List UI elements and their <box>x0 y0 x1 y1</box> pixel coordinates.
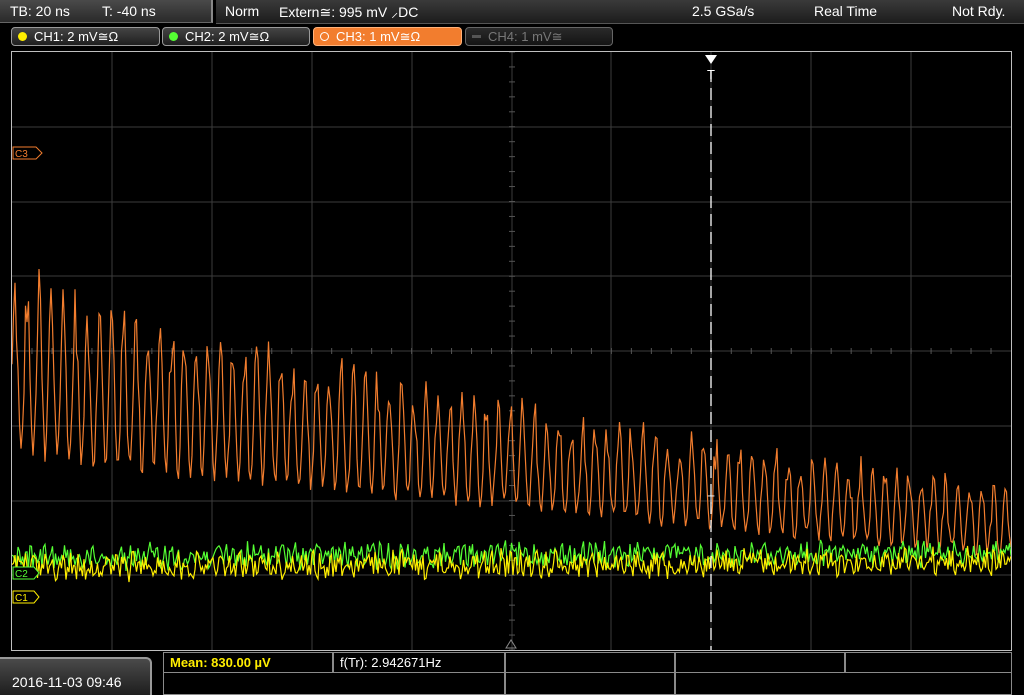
ch1-label: CH1: 2 mV≅Ω <box>34 29 119 44</box>
trigger-marker-label: T <box>707 67 715 82</box>
markers-layer: T T C3 C2 C1 <box>12 55 717 650</box>
trigger-position-label: T: -40 ns <box>102 3 156 19</box>
channel-tab-ch3[interactable]: CH3: 1 mV≅Ω <box>313 27 462 46</box>
ch2-indicator-icon <box>169 32 178 41</box>
c1-marker-label: C1 <box>15 593 28 604</box>
datetime-panel: 2016-11-03 09:46 <box>0 657 152 695</box>
trigger-level-marker: T <box>707 493 715 507</box>
ch4-indicator-icon <box>472 35 481 38</box>
ch2-label: CH2: 2 mV≅Ω <box>185 29 270 44</box>
acquisition-status-strip: Norm Extern≅: 995 mV ⸝DC 2.5 GSa/s Real … <box>216 0 1024 24</box>
datetime-label: 2016-11-03 09:46 <box>12 674 122 690</box>
timebase-label: TB: 20 ns <box>10 3 70 19</box>
measurement-row-2-b <box>505 673 675 695</box>
c2-marker-label: C2 <box>15 569 28 580</box>
trigger-mode[interactable]: Norm <box>225 3 259 19</box>
measurement-slot-5[interactable] <box>845 652 1012 673</box>
measurement-row-2-c <box>675 673 1012 695</box>
ch4-label: CH4: 1 mV≅ <box>488 29 563 44</box>
c3-marker-label: C3 <box>15 149 28 160</box>
timebase-panel[interactable]: TB: 20 ns T: -40 ns <box>0 0 213 23</box>
trigger-arrow-icon <box>705 55 717 64</box>
pretrigger-arrow-icon <box>505 639 517 649</box>
channel-tab-ch1[interactable]: CH1: 2 mV≅Ω <box>11 27 160 46</box>
channel-tab-ch2[interactable]: CH2: 2 mV≅Ω <box>162 27 310 46</box>
top-status-bar: TB: 20 ns T: -40 ns Norm Extern≅: 995 mV… <box>0 0 1024 24</box>
measurement-slot-4[interactable] <box>675 652 845 673</box>
frequency-measurement[interactable]: f(Tr): 2.942671Hz <box>333 652 505 673</box>
ch3-indicator-icon <box>320 32 329 41</box>
waveform-display[interactable]: T T C3 C2 C1 <box>11 51 1012 651</box>
measurement-row-2-a <box>163 673 505 695</box>
acquisition-mode: Real Time <box>814 3 878 19</box>
ch1-indicator-icon <box>18 32 27 41</box>
measurement-slot-3[interactable] <box>505 652 675 673</box>
mean-measurement[interactable]: Mean: 830.00 µV <box>163 652 333 673</box>
channel-tab-ch4[interactable]: CH4: 1 mV≅ <box>465 27 613 46</box>
acquisition-state: Not Rdy. <box>952 3 1006 19</box>
sample-rate: 2.5 GSa/s <box>692 3 755 19</box>
ch3-label: CH3: 1 mV≅Ω <box>336 29 421 44</box>
trigger-source[interactable]: Extern≅: 995 mV ⸝DC <box>279 3 418 22</box>
measurement-bar[interactable]: Mean: 830.00 µV f(Tr): 2.942671Hz <box>163 652 1012 695</box>
